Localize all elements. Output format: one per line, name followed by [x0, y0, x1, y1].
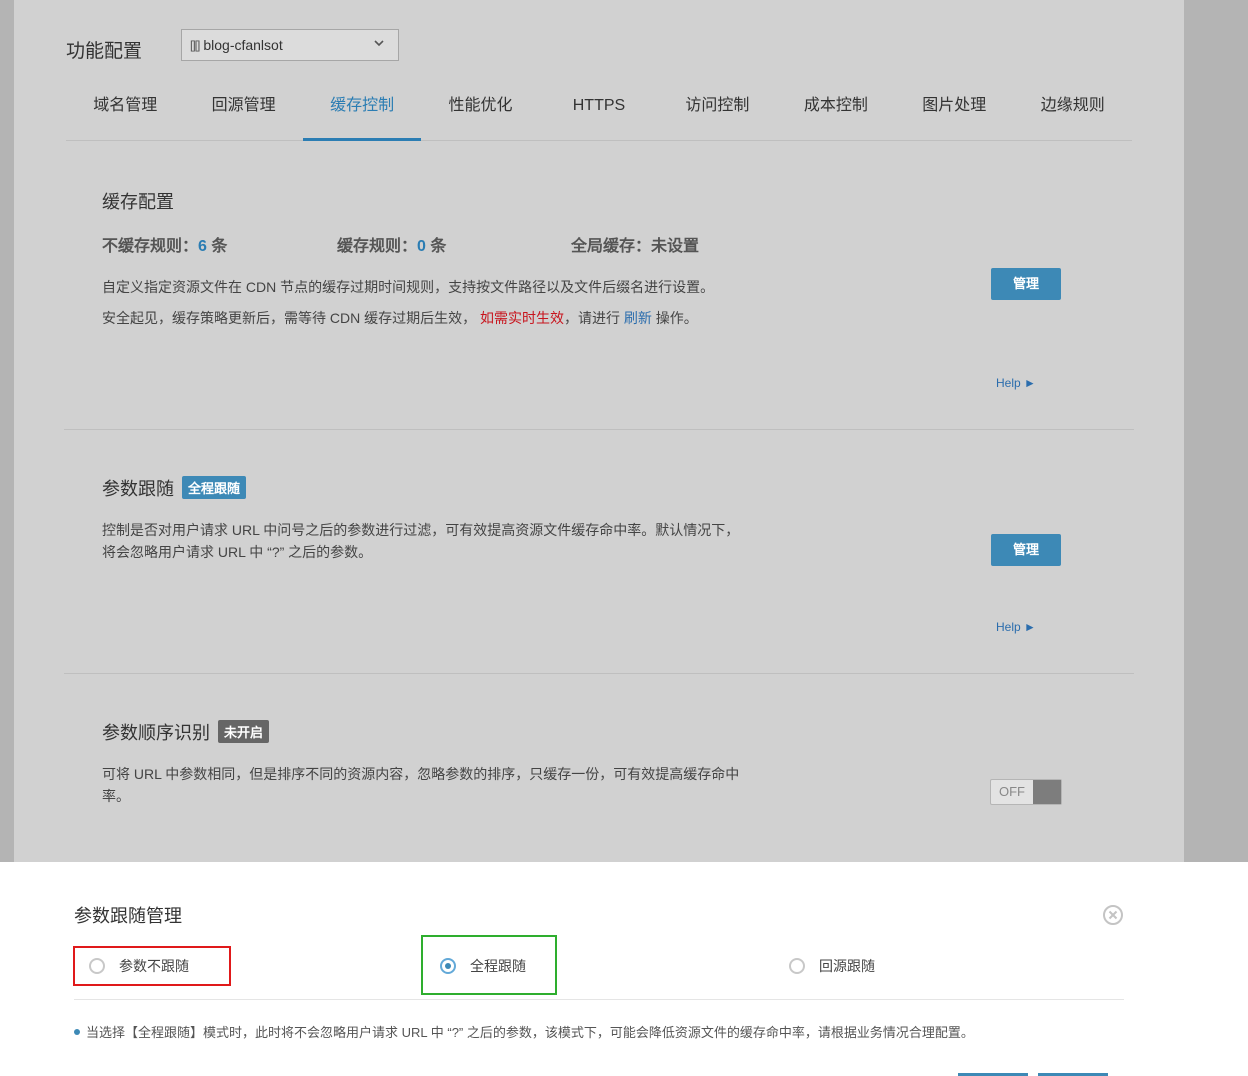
- tab-https[interactable]: HTTPS: [540, 80, 658, 140]
- refresh-link[interactable]: 刷新: [624, 310, 652, 326]
- toggle-label: OFF: [999, 784, 1025, 799]
- stat-no-cache-rules: 不缓存规则：6 条: [102, 232, 227, 256]
- radio-button[interactable]: [789, 958, 805, 974]
- param-follow-title-text: 参数跟随: [102, 479, 174, 499]
- desc-line: 自定义指定资源文件在 CDN 节点的缓存过期时间规则，支持按文件路径以及文件后缀…: [102, 279, 715, 295]
- param-order-title-text: 参数顺序识别: [102, 723, 210, 743]
- desc-line: 率。: [102, 788, 130, 804]
- desc-line: 控制是否对用户请求 URL 中问号之后的参数进行过滤，可有效提高资源文件缓存命中…: [102, 522, 740, 538]
- tab-cache-control[interactable]: 缓存控制: [302, 80, 422, 141]
- cache-config-title: 缓存配置: [102, 192, 174, 212]
- param-follow-title: 参数跟随 全程跟随: [102, 475, 247, 501]
- bullet-icon: [74, 1028, 80, 1035]
- chevron-down-icon: [374, 40, 384, 47]
- cache-config-description: 自定义指定资源文件在 CDN 节点的缓存过期时间规则，支持按文件路径以及文件后缀…: [102, 276, 714, 329]
- tab-origin-management[interactable]: 回源管理: [184, 80, 302, 140]
- highlight-box-green: [421, 935, 557, 995]
- status-badge: 全程跟随: [182, 476, 247, 499]
- stat-label: 缓存规则：: [337, 238, 418, 255]
- stat-label: 全局缓存：: [571, 238, 652, 255]
- realtime-note: 如需实时生效: [480, 310, 564, 326]
- domain-select[interactable]: [][] blog-cfanlsot: [181, 29, 399, 61]
- desc-line: 可将 URL 中参数相同，但是排序不同的资源内容，忽略参数的排序，只缓存一份，可…: [102, 766, 740, 782]
- dialog-title: 参数跟随管理: [74, 906, 182, 926]
- cache-config-section: 缓存配置 不缓存规则：6 条 缓存规则：0 条 全局缓存：未设置 自定义指定资源…: [64, 141, 1134, 430]
- dialog-divider: [74, 999, 1124, 1000]
- param-follow-section: 参数跟随 全程跟随 控制是否对用户请求 URL 中问号之后的参数进行过滤，可有效提…: [64, 430, 1134, 674]
- desc-line: 将会忽略用户请求 URL 中 “?” 之后的参数。: [102, 544, 373, 560]
- param-order-toggle[interactable]: OFF: [990, 779, 1062, 805]
- dialog-note: 当选择【全程跟随】模式时，此时将不会忽略用户请求 URL 中 “?” 之后的参数…: [74, 1022, 974, 1041]
- tab-cost-control[interactable]: 成本控制: [777, 80, 895, 140]
- status-badge: 未开启: [218, 720, 270, 743]
- domain-select-value: blog-cfanlsot: [203, 37, 283, 53]
- desc-text: 安全起见，缓存策略更新后，需等待 CDN 缓存过期后生效，: [102, 310, 477, 326]
- stat-unit: 条: [206, 238, 228, 255]
- param-follow-help-link[interactable]: Help ►: [996, 620, 1036, 634]
- stat-cache-rules: 缓存规则：0 条: [337, 232, 446, 256]
- desc-text: ，请进行: [564, 310, 620, 326]
- stat-value: 未设置: [651, 238, 700, 255]
- param-order-section: 参数顺序识别 未开启 可将 URL 中参数相同，但是排序不同的资源内容，忽略参数的…: [64, 674, 1134, 862]
- param-order-title: 参数顺序识别 未开启: [102, 719, 270, 745]
- tab-performance[interactable]: 性能优化: [421, 80, 539, 140]
- highlight-box-red: [73, 946, 231, 986]
- option-label: 回源跟随: [819, 958, 875, 974]
- tab-access-control[interactable]: 访问控制: [658, 80, 776, 140]
- page-title: 功能配置: [66, 41, 143, 62]
- stat-global-cache: 全局缓存：未设置: [571, 232, 699, 256]
- stat-unit: 条: [425, 238, 447, 255]
- option-origin-follow[interactable]: 回源跟随: [789, 956, 875, 976]
- param-follow-manage-button[interactable]: 管理: [991, 534, 1061, 566]
- close-icon[interactable]: [1102, 904, 1124, 926]
- desc-line: 安全起见，缓存策略更新后，需等待 CDN 缓存过期后生效， 如需实时生效，请进行…: [102, 307, 714, 329]
- desc-text: 操作。: [655, 310, 698, 326]
- tab-image-processing[interactable]: 图片处理: [895, 80, 1013, 140]
- toggle-knob: [1033, 780, 1061, 804]
- cache-help-link[interactable]: Help ►: [996, 376, 1036, 390]
- config-page: 功能配置 [][] blog-cfanlsot 域名管理 回源管理 缓存控制 性…: [14, 0, 1184, 862]
- tab-bar: 域名管理 回源管理 缓存控制 性能优化 HTTPS 访问控制 成本控制 图片处理…: [66, 80, 1132, 141]
- note-text: 当选择【全程跟随】模式时，此时将不会忽略用户请求 URL 中 “?” 之后的参数…: [86, 1025, 974, 1040]
- domain-icon: [][]: [190, 38, 200, 52]
- tab-domain-management[interactable]: 域名管理: [66, 80, 184, 140]
- cache-manage-button[interactable]: 管理: [991, 268, 1061, 300]
- tab-edge-rules[interactable]: 边缘规则: [1014, 80, 1132, 140]
- stat-value: 0: [417, 238, 426, 255]
- stat-value: 6: [198, 238, 207, 255]
- param-follow-description: 控制是否对用户请求 URL 中问号之后的参数进行过滤，可有效提高资源文件缓存命中…: [102, 519, 739, 563]
- param-order-description: 可将 URL 中参数相同，但是排序不同的资源内容，忽略参数的排序，只缓存一份，可…: [102, 763, 739, 807]
- stat-label: 不缓存规则：: [102, 238, 199, 255]
